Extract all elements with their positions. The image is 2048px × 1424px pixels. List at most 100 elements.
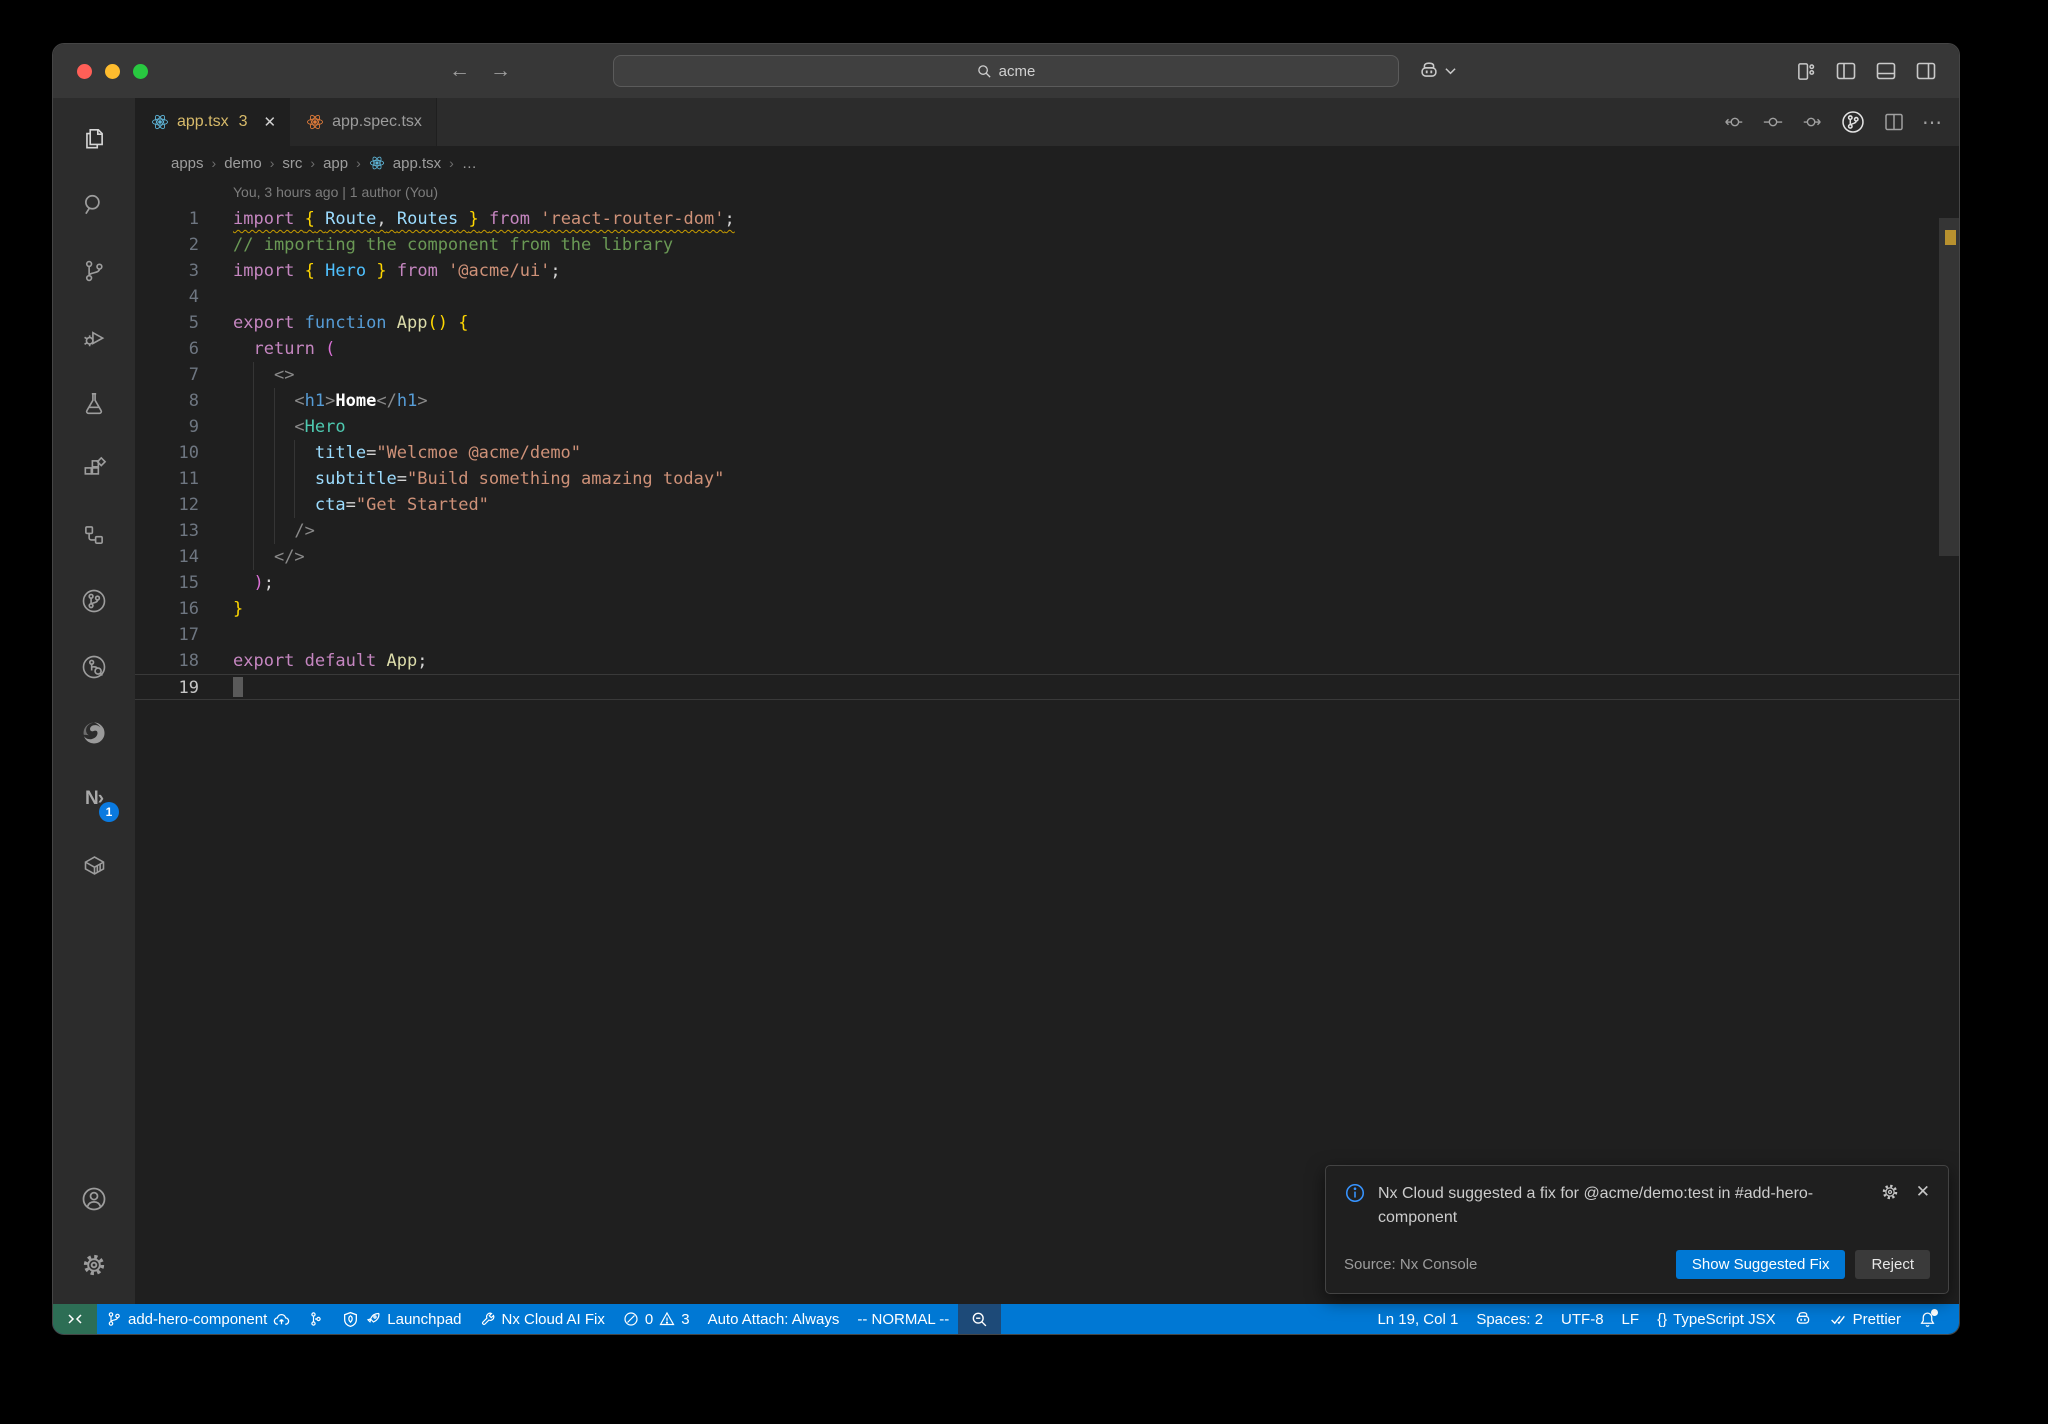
line-number[interactable]: 2: [135, 232, 199, 258]
more-actions-icon[interactable]: ⋯: [1922, 110, 1943, 135]
extensions-icon[interactable]: [61, 436, 127, 502]
code-line[interactable]: 13 />: [135, 518, 1959, 544]
line-number[interactable]: 7: [135, 362, 199, 388]
reject-button[interactable]: Reject: [1855, 1250, 1930, 1279]
line-number[interactable]: 8: [135, 388, 199, 414]
line-number[interactable]: 17: [135, 622, 199, 648]
history-forward-icon[interactable]: →: [490, 59, 511, 83]
close-window-button[interactable]: [77, 63, 92, 79]
code-line[interactable]: 15 );: [135, 570, 1959, 596]
show-suggested-fix-button[interactable]: Show Suggested Fix: [1675, 1250, 1846, 1279]
code-line[interactable]: 14 </>: [135, 544, 1959, 570]
code-line[interactable]: 4: [135, 284, 1959, 310]
hierarchy-icon[interactable]: [61, 502, 127, 568]
zoom-out-status[interactable]: [958, 1304, 1002, 1334]
launchpad-status[interactable]: Launchpad: [333, 1304, 470, 1334]
nx-cloud-fix-status[interactable]: Nx Cloud AI Fix: [471, 1304, 614, 1334]
line-number[interactable]: 5: [135, 310, 199, 336]
code-line[interactable]: 9 <Hero: [135, 414, 1959, 440]
prettier-status[interactable]: Prettier: [1821, 1304, 1910, 1334]
line-number[interactable]: 14: [135, 544, 199, 570]
breadcrumb-item[interactable]: demo: [224, 155, 262, 172]
code-line[interactable]: 19: [135, 674, 1959, 700]
eol-status[interactable]: LF: [1613, 1304, 1649, 1334]
line-number[interactable]: 10: [135, 440, 199, 466]
remote-indicator[interactable]: [53, 1304, 97, 1334]
gitlens-forward-icon[interactable]: [1801, 111, 1823, 133]
close-tab-icon[interactable]: ✕: [264, 113, 277, 131]
history-back-icon[interactable]: ←: [449, 59, 470, 83]
commit-graph-status[interactable]: [299, 1304, 333, 1334]
line-number[interactable]: 9: [135, 414, 199, 440]
code-line[interactable]: 7 <>: [135, 362, 1959, 388]
code-line[interactable]: 1 import { Route, Routes } from 'react-ro…: [135, 206, 1959, 232]
editor[interactable]: You, 3 hours ago | 1 author (You) 1 impor…: [135, 180, 1959, 1304]
code-line[interactable]: 6 return (: [135, 336, 1959, 362]
toggle-primary-sidebar-icon[interactable]: [1835, 60, 1857, 82]
code-line[interactable]: 18 export default App;: [135, 648, 1959, 674]
line-number[interactable]: 13: [135, 518, 199, 544]
account-icon[interactable]: [61, 1166, 127, 1232]
auto-attach-status[interactable]: Auto Attach: Always: [699, 1304, 849, 1334]
code-line[interactable]: 10 title="Welcmoe @acme/demo": [135, 440, 1959, 466]
notifications-bell-status[interactable]: [1910, 1304, 1945, 1334]
line-number[interactable]: 6: [135, 336, 199, 362]
code-line[interactable]: 2 // importing the component from the lib…: [135, 232, 1959, 258]
testing-icon[interactable]: [61, 370, 127, 436]
problems-status[interactable]: 0 3: [614, 1304, 699, 1334]
line-number[interactable]: 16: [135, 596, 199, 622]
tab-app-tsx[interactable]: app.tsx 3 ✕: [135, 98, 291, 146]
line-number[interactable]: 11: [135, 466, 199, 492]
code-line[interactable]: 11 subtitle="Build something amazing tod…: [135, 466, 1959, 492]
line-number[interactable]: 12: [135, 492, 199, 518]
breadcrumb-item[interactable]: src: [282, 155, 302, 172]
breadcrumb-item[interactable]: app: [323, 155, 348, 172]
gitlens-graph-icon[interactable]: [1840, 109, 1866, 135]
line-number[interactable]: 3: [135, 258, 199, 284]
indentation-status[interactable]: Spaces: 2: [1467, 1304, 1552, 1334]
notification-close-icon[interactable]: ✕: [1916, 1182, 1930, 1202]
code-line[interactable]: 8 <h1>Home</h1>: [135, 388, 1959, 414]
vim-mode-status[interactable]: -- NORMAL --: [848, 1304, 958, 1334]
run-debug-icon[interactable]: [61, 304, 127, 370]
gitlens-inspect-icon[interactable]: [61, 634, 127, 700]
nx-console-icon[interactable]: N› 1: [61, 766, 127, 832]
gitlens-current-icon[interactable]: [1762, 111, 1784, 133]
edge-browser-icon[interactable]: [61, 700, 127, 766]
language-mode-status[interactable]: {} TypeScript JSX: [1648, 1304, 1785, 1334]
explorer-icon[interactable]: [61, 106, 127, 172]
toggle-panel-icon[interactable]: [1875, 60, 1897, 82]
breadcrumb-item[interactable]: apps: [171, 155, 204, 172]
code-line[interactable]: 16}: [135, 596, 1959, 622]
code-line[interactable]: 5 export function App() {: [135, 310, 1959, 336]
line-number[interactable]: 19: [135, 675, 199, 699]
cursor-position-status[interactable]: Ln 19, Col 1: [1368, 1304, 1467, 1334]
settings-gear-icon[interactable]: [61, 1232, 127, 1298]
notification-settings-gear-icon[interactable]: [1880, 1182, 1900, 1202]
minimize-window-button[interactable]: [105, 63, 120, 79]
copilot-status[interactable]: [1785, 1304, 1821, 1334]
split-editor-icon[interactable]: [1883, 111, 1905, 133]
search-icon[interactable]: [61, 172, 127, 238]
gitlens-icon[interactable]: [61, 568, 127, 634]
line-number[interactable]: 1: [135, 206, 199, 232]
tab-app-spec-tsx[interactable]: app.spec.tsx: [290, 98, 437, 146]
line-number[interactable]: 18: [135, 648, 199, 674]
code-line[interactable]: 17: [135, 622, 1959, 648]
customize-layout-icon[interactable]: [1796, 61, 1817, 82]
line-number[interactable]: 15: [135, 570, 199, 596]
gitlens-back-icon[interactable]: [1723, 111, 1745, 133]
git-branch-status[interactable]: add-hero-component: [97, 1304, 299, 1334]
code-line[interactable]: 12 cta="Get Started": [135, 492, 1959, 518]
command-center-search[interactable]: acme: [613, 55, 1399, 87]
code-line[interactable]: 3 import { Hero } from '@acme/ui';: [135, 258, 1959, 284]
copilot-menu[interactable]: [1418, 60, 1456, 82]
source-control-icon[interactable]: [61, 238, 127, 304]
breadcrumb-item[interactable]: app.tsx: [393, 155, 441, 172]
encoding-status[interactable]: UTF-8: [1552, 1304, 1613, 1334]
breadcrumb-item[interactable]: …: [462, 155, 477, 172]
zoom-window-button[interactable]: [133, 63, 148, 79]
line-number[interactable]: 4: [135, 284, 199, 310]
package-icon[interactable]: [61, 832, 127, 898]
editor-scrollbar[interactable]: [1939, 218, 1959, 556]
